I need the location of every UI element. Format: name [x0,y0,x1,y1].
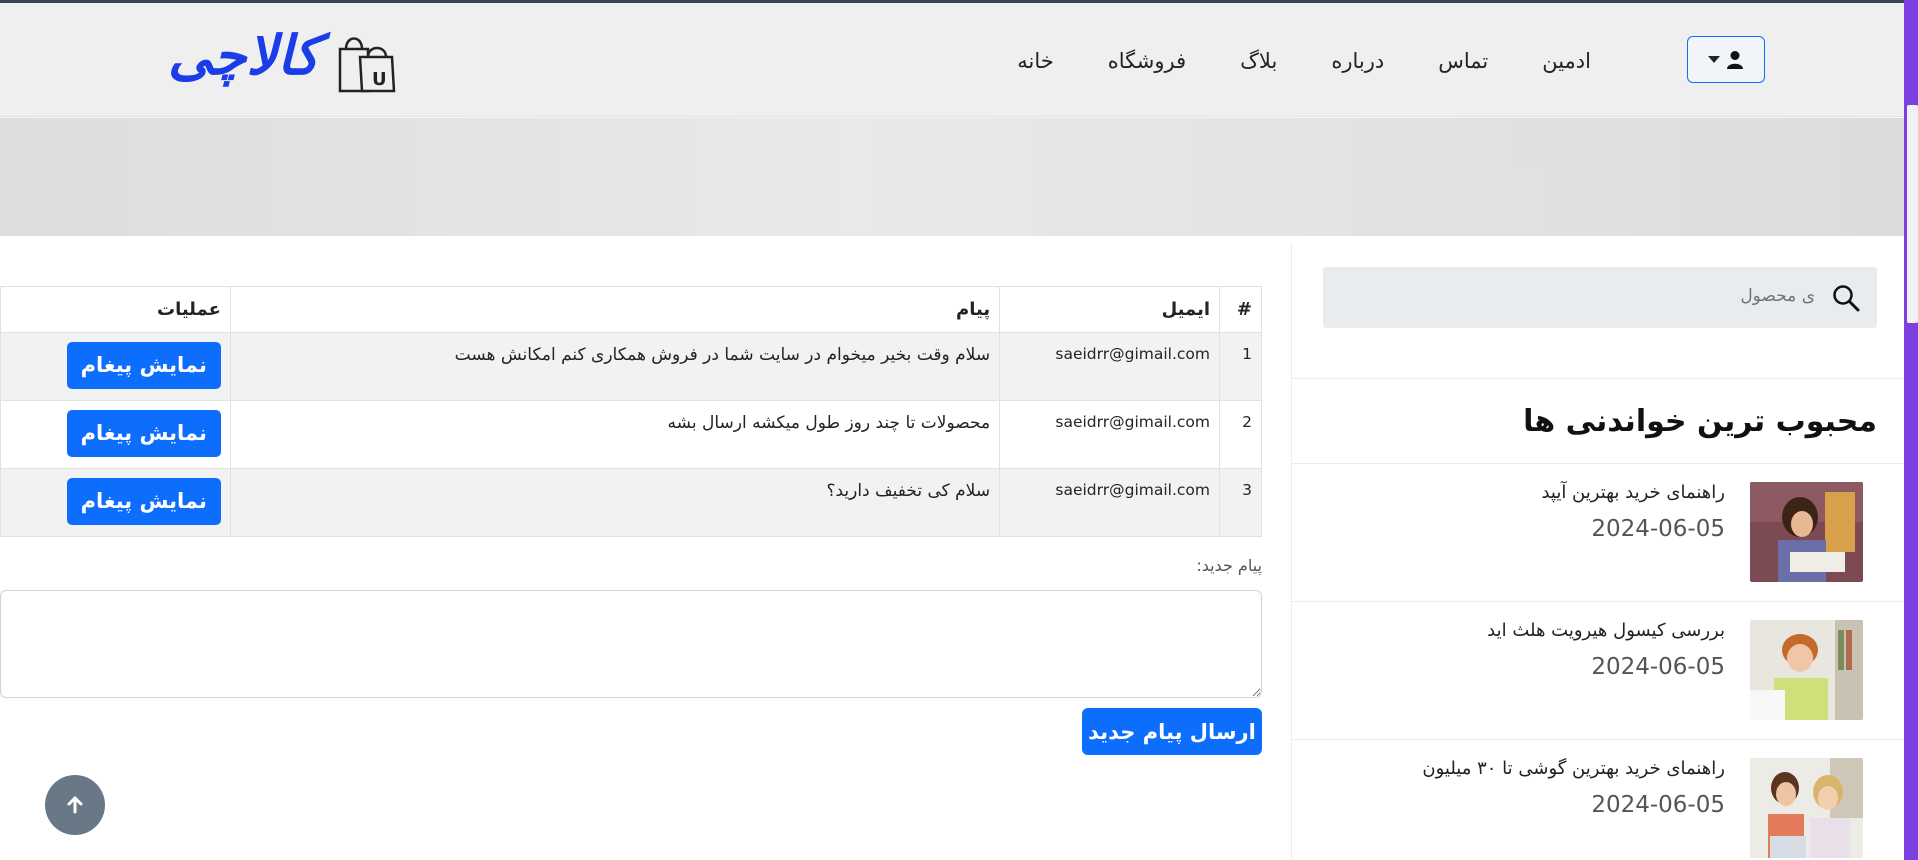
row-index: 1 [1219,332,1262,401]
banner-decoration [1460,168,1550,232]
new-message-textarea[interactable] [0,590,1262,698]
send-new-message-button[interactable]: ارسال پیام جدید [1082,708,1262,755]
row-email: saeidrr@gimail.com [999,468,1221,537]
popular-post-item[interactable]: راهنمای خرید بهترین آیپد 2024-06-05 [1292,482,1904,616]
messages-table: # ایمیل پیام عملیات 1 saeidrr@gimail.com… [0,286,1262,537]
search-placeholder: ی محصول [1740,286,1815,306]
popular-post-item[interactable]: راهنمای خرید بهترین گوشی تا ۳۰ میلیون 20… [1292,758,1904,860]
sidebar-separator [1292,463,1904,464]
post-title[interactable]: راهنمای خرید بهترین گوشی تا ۳۰ میلیون [1422,758,1725,779]
nav-about[interactable]: درباره [1304,47,1411,75]
post-date: 2024-06-05 [1591,654,1725,680]
product-search-input[interactable]: ی محصول [1323,267,1877,328]
nav-admin[interactable]: ادمین [1515,47,1618,75]
user-menu-button[interactable] [1687,36,1765,83]
nav-home[interactable]: خانه [990,47,1080,75]
row-index: 2 [1219,400,1262,469]
main-nav: خانه فروشگاه بلاگ درباره تماس ادمین [990,47,1618,75]
site-logo-text[interactable]: کالاچی [168,21,321,91]
post-title[interactable]: راهنمای خرید بهترین آیپد [1541,482,1725,503]
search-icon[interactable] [1832,284,1860,312]
page-scrollbar-thumb[interactable] [1907,105,1918,323]
sidebar-separator [1292,378,1904,379]
post-date: 2024-06-05 [1591,516,1725,542]
post-date: 2024-06-05 [1591,792,1725,818]
row-email: saeidrr@gimail.com [999,332,1221,401]
shopping-bag-logo-icon[interactable]: U [334,29,398,93]
new-message-label: پیام جدید: [1196,556,1262,575]
site-header: U کالاچی خانه فروشگاه بلاگ درباره تماس ا… [0,3,1904,117]
post-thumbnail-boy-studying[interactable] [1750,620,1863,720]
row-message: سلام کی تخفیف دارید؟ [229,468,1001,537]
user-icon [1727,50,1743,69]
header-email: ایمیل [999,286,1221,333]
sidebar-separator [1292,739,1904,740]
table-row: 1 saeidrr@gimail.com سلام وقت بخیر میخوا… [0,332,1262,401]
row-actions: نمایش پیغام [0,332,231,401]
row-actions: نمایش پیغام [0,400,231,469]
header-message: پیام [229,286,1001,333]
post-thumbnail-girl-reading[interactable] [1750,482,1863,582]
row-actions: نمایش پیغام [0,468,231,537]
header-index: # [1219,286,1262,333]
show-message-button[interactable]: نمایش پیغام [66,342,221,389]
table-row: 3 saeidrr@gimail.com سلام کی تخفیف دارید… [0,468,1262,537]
nav-contact[interactable]: تماس [1411,47,1515,75]
table-header-row: # ایمیل پیام عملیات [0,286,1262,333]
show-message-button[interactable]: نمایش پیغام [66,478,221,525]
scroll-to-top-button[interactable] [45,775,105,835]
row-message: سلام وقت بخیر میخوام در سایت شما در فروش… [229,332,1001,401]
arrow-up-icon [67,796,83,814]
post-thumbnail-girls-laptop[interactable] [1750,758,1863,858]
row-message: محصولات تا چند روز طول میکشه ارسال بشه [229,400,1001,469]
table-row: 2 saeidrr@gimail.com محصولات تا چند روز … [0,400,1262,469]
popular-post-item[interactable]: بررسی کیسول هیرویت هلث اید 2024-06-05 [1292,620,1904,754]
page-banner [0,118,1904,236]
nav-blog[interactable]: بلاگ [1213,47,1304,75]
caret-down-icon [1708,56,1720,63]
sidebar-separator [1292,601,1904,602]
popular-reads-title: محبوب ترین خواندنی ها [1523,404,1877,439]
svg-text:U: U [372,69,387,90]
header-actions: عملیات [0,286,231,333]
post-title[interactable]: بررسی کیسول هیرویت هلث اید [1487,620,1725,641]
nav-shop[interactable]: فروشگاه [1081,47,1213,75]
row-index: 3 [1219,468,1262,537]
row-email: saeidrr@gimail.com [999,400,1221,469]
show-message-button[interactable]: نمایش پیغام [66,410,221,457]
